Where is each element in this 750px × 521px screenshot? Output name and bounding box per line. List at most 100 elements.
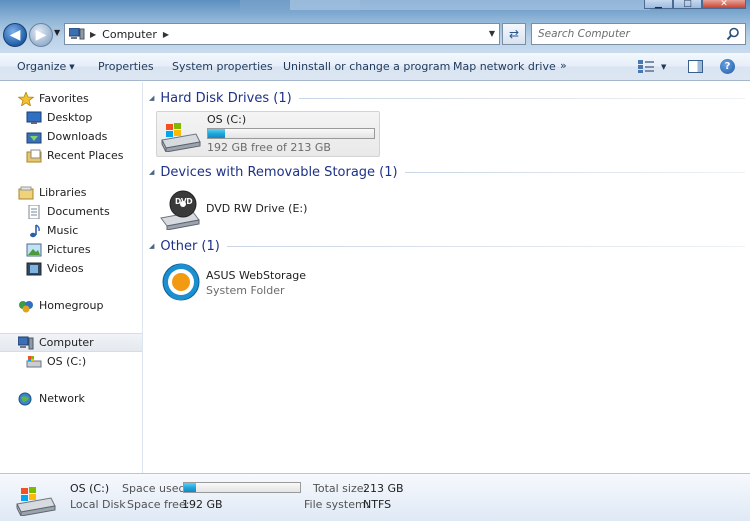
recent-places-icon	[26, 149, 42, 162]
drive-usage-bar	[207, 128, 375, 139]
file-system-label: File system:	[304, 498, 370, 511]
nav-libraries[interactable]: Libraries	[0, 183, 142, 202]
drive-tile-dvd-e[interactable]: DVD DVD RW Drive (E:)	[156, 185, 380, 231]
window-buttons: ▁ □ ✕	[644, 0, 746, 9]
details-drive-type: Local Disk	[70, 498, 126, 511]
maximize-button[interactable]: □	[673, 0, 702, 9]
nav-downloads[interactable]: Downloads	[0, 127, 142, 146]
nav-favorites[interactable]: Favorites	[0, 89, 142, 108]
collapse-group-icon[interactable]: ◢	[149, 94, 154, 102]
item-type: System Folder	[206, 284, 285, 297]
item-tile-asus-webstorage[interactable]: ASUS WebStorage System Folder	[156, 259, 380, 305]
collapse-group-icon[interactable]: ◢	[149, 168, 154, 176]
organize-button[interactable]: Organize ▼	[17, 53, 75, 80]
system-properties-button[interactable]: System properties	[172, 53, 273, 80]
group-title[interactable]: Other (1)	[160, 239, 219, 254]
drive-free-space: 192 GB free of 213 GB	[207, 141, 331, 154]
group-other[interactable]: ◢ Other (1)	[149, 236, 745, 256]
window-chrome: ▁ □ ✕ ◀ ▶ ▼ ▶ Computer ▶ ▼ ⇄	[0, 0, 750, 53]
nav-network[interactable]: Network	[0, 389, 142, 408]
nav-computer-label: Computer	[39, 336, 94, 349]
more-commands-button[interactable]: »	[560, 59, 567, 72]
preview-pane-button[interactable]	[688, 60, 703, 73]
search-icon[interactable]	[726, 27, 740, 41]
collapse-group-icon[interactable]: ◢	[149, 242, 154, 250]
help-button[interactable]: ?	[720, 59, 735, 74]
space-used-fill	[184, 483, 196, 492]
nav-desktop[interactable]: Desktop	[0, 108, 142, 127]
refresh-icon: ⇄	[508, 27, 520, 41]
drive-name: DVD RW Drive (E:)	[206, 202, 308, 215]
hard-drive-icon	[16, 487, 56, 516]
group-hard-disk-drives[interactable]: ◢ Hard Disk Drives (1)	[149, 88, 745, 108]
breadcrumb-computer[interactable]: Computer	[102, 28, 157, 41]
item-name: ASUS WebStorage	[206, 269, 307, 282]
nav-pictures-label: Pictures	[47, 243, 91, 256]
nav-os-c-label: OS (C:)	[47, 355, 87, 368]
nav-recent-places-label: Recent Places	[47, 149, 124, 162]
drive-usage-fill	[208, 129, 225, 138]
hard-drive-icon	[26, 355, 42, 367]
nav-os-c[interactable]: OS (C:)	[0, 352, 142, 371]
details-pane: OS (C:) Local Disk Space used: Space fre…	[0, 473, 750, 521]
pictures-icon	[26, 243, 42, 256]
nav-documents[interactable]: Documents	[0, 202, 142, 221]
nav-libraries-label: Libraries	[39, 186, 87, 199]
arrow-left-icon: ◀	[9, 27, 21, 43]
search-input[interactable]	[538, 25, 718, 43]
nav-pictures[interactable]: Pictures	[0, 240, 142, 259]
address-bar[interactable]: ▶ Computer ▶ ▼	[64, 23, 500, 45]
background-blur	[290, 0, 650, 10]
navigation-pane: Favorites Desktop Downloads Recent Place…	[0, 82, 143, 473]
refresh-button[interactable]: ⇄	[502, 23, 526, 45]
file-system-value: NTFS	[363, 498, 392, 511]
space-free-label: Space free:	[127, 498, 190, 511]
search-box[interactable]	[531, 23, 746, 45]
arrow-right-icon: ▶	[35, 27, 47, 43]
address-dropdown-icon[interactable]: ▼	[489, 29, 495, 38]
dvd-drive-icon	[160, 190, 200, 230]
breadcrumb-separator-icon[interactable]: ▶	[163, 30, 169, 39]
nav-music-label: Music	[47, 224, 79, 237]
libraries-icon	[18, 186, 34, 199]
command-bar: Organize ▼ Properties System properties U…	[0, 53, 750, 81]
nav-recent-places[interactable]: Recent Places	[0, 146, 142, 165]
back-button[interactable]: ◀	[3, 23, 27, 47]
downloads-folder-icon	[26, 132, 42, 143]
breadcrumb-separator-icon[interactable]: ▶	[90, 30, 96, 39]
group-divider	[226, 245, 745, 247]
nav-desktop-label: Desktop	[47, 111, 93, 124]
group-title[interactable]: Hard Disk Drives (1)	[160, 91, 291, 106]
dvd-badge: DVD	[175, 197, 193, 206]
space-used-label: Space used:	[122, 482, 190, 495]
view-options-dropdown[interactable]: ▼	[661, 63, 666, 71]
computer-icon	[69, 28, 85, 40]
group-title[interactable]: Devices with Removable Storage (1)	[160, 165, 397, 180]
map-network-drive-button[interactable]: Map network drive	[453, 53, 556, 80]
music-icon	[30, 223, 40, 237]
minimize-button[interactable]: ▁	[644, 0, 673, 9]
organize-label: Organize	[17, 60, 67, 73]
star-icon	[18, 91, 34, 106]
nav-music[interactable]: Music	[0, 221, 142, 240]
uninstall-program-button[interactable]: Uninstall or change a program	[283, 53, 450, 80]
properties-button[interactable]: Properties	[98, 53, 154, 80]
nav-downloads-label: Downloads	[47, 130, 108, 143]
nav-videos[interactable]: Videos	[0, 259, 142, 278]
forward-button[interactable]: ▶	[29, 23, 53, 47]
documents-icon	[28, 204, 40, 219]
hard-drive-icon	[161, 123, 201, 152]
nav-homegroup-label: Homegroup	[39, 299, 104, 312]
computer-icon	[18, 336, 34, 349]
nav-documents-label: Documents	[47, 205, 110, 218]
change-view-icon[interactable]	[638, 60, 654, 73]
recent-pages-dropdown[interactable]: ▼	[54, 28, 60, 37]
drive-tile-os-c[interactable]: OS (C:) 192 GB free of 213 GB	[156, 111, 380, 157]
space-free-value: 192 GB	[182, 498, 223, 511]
network-icon	[18, 392, 32, 405]
nav-computer[interactable]: Computer	[0, 333, 142, 352]
group-removable-storage[interactable]: ◢ Devices with Removable Storage (1)	[149, 162, 745, 182]
nav-homegroup[interactable]: Homegroup	[0, 296, 142, 315]
details-drive-name: OS (C:)	[70, 482, 110, 495]
close-button[interactable]: ✕	[702, 0, 746, 9]
